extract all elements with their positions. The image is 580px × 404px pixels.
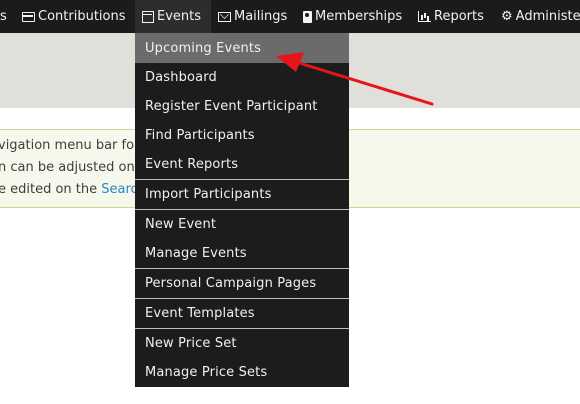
envelope-icon [218,11,231,22]
menu-item-find-participants[interactable]: Find Participants [135,121,349,150]
menu-item-event-templates[interactable]: Event Templates [135,299,349,328]
menu-item-personal-campaign-pages[interactable]: Personal Campaign Pages [135,269,349,298]
nav-item-label: Administe [515,8,580,24]
menu-item-dashboard[interactable]: Dashboard [135,63,349,92]
menu-item-label: Event Templates [145,306,255,321]
menu-item-manage-events[interactable]: Manage Events [135,239,349,268]
menu-item-label: Find Participants [145,128,255,143]
bar-chart-icon [418,11,431,22]
search-settings-link[interactable]: Searc [101,182,137,197]
nav-item-mailings[interactable]: Mailings [218,0,290,33]
nav-item-label: Reports [434,8,484,24]
menu-item-upcoming-events[interactable]: Upcoming Events [135,33,349,63]
nav-item-events[interactable]: Events [135,0,211,33]
nav-item-label: Events [157,8,202,24]
menu-item-label: Register Event Participant [145,99,318,114]
nav-item-label: Mailings [234,8,288,24]
menu-item-label: Import Participants [145,187,272,202]
menu-item-label: Manage Events [145,246,247,261]
nav-item-contributions[interactable]: Contributions [22,0,130,33]
menu-item-label: New Price Set [145,336,237,351]
nav-item-reports[interactable]: Reports [418,0,490,33]
calendar-icon [142,10,154,23]
help-text-line-3-text: e edited on the [0,182,102,197]
menu-item-manage-price-sets[interactable]: Manage Price Sets [135,358,349,387]
nav-item-label: Contributions [38,8,126,24]
gears-icon: ⚙ [501,8,513,24]
nav-item-label: Memberships [315,8,403,24]
menu-item-label: Personal Campaign Pages [145,276,317,291]
nav-item-memberships[interactable]: Memberships [303,0,406,33]
menu-item-label: New Event [145,217,217,232]
menu-item-label: Dashboard [145,70,217,85]
menu-item-new-event[interactable]: New Event [135,210,349,239]
menu-item-label: Upcoming Events [145,40,262,56]
top-navbar: s Contributions Events Mailings Membersh… [0,0,580,33]
menu-item-label: Event Reports [145,157,239,172]
help-text-line-2: n can be adjusted on [0,160,135,175]
help-text-line-3: e edited on the Searc [0,182,138,197]
nav-item-label: s [0,8,7,24]
menu-item-register-event-participant[interactable]: Register Event Participant [135,92,349,121]
nav-item-truncated[interactable]: s [0,0,14,33]
help-text-line-1: vigation menu bar for [0,138,140,153]
menu-item-label: Manage Price Sets [145,365,268,380]
menu-item-new-price-set[interactable]: New Price Set [135,329,349,358]
credit-card-icon [22,11,35,22]
menu-item-import-participants[interactable]: Import Participants [135,180,349,209]
id-badge-icon [303,10,312,23]
nav-item-administer[interactable]: ⚙ Administe [501,0,580,33]
events-dropdown-menu: Upcoming Events Dashboard Register Event… [135,33,349,387]
menu-item-event-reports[interactable]: Event Reports [135,150,349,179]
